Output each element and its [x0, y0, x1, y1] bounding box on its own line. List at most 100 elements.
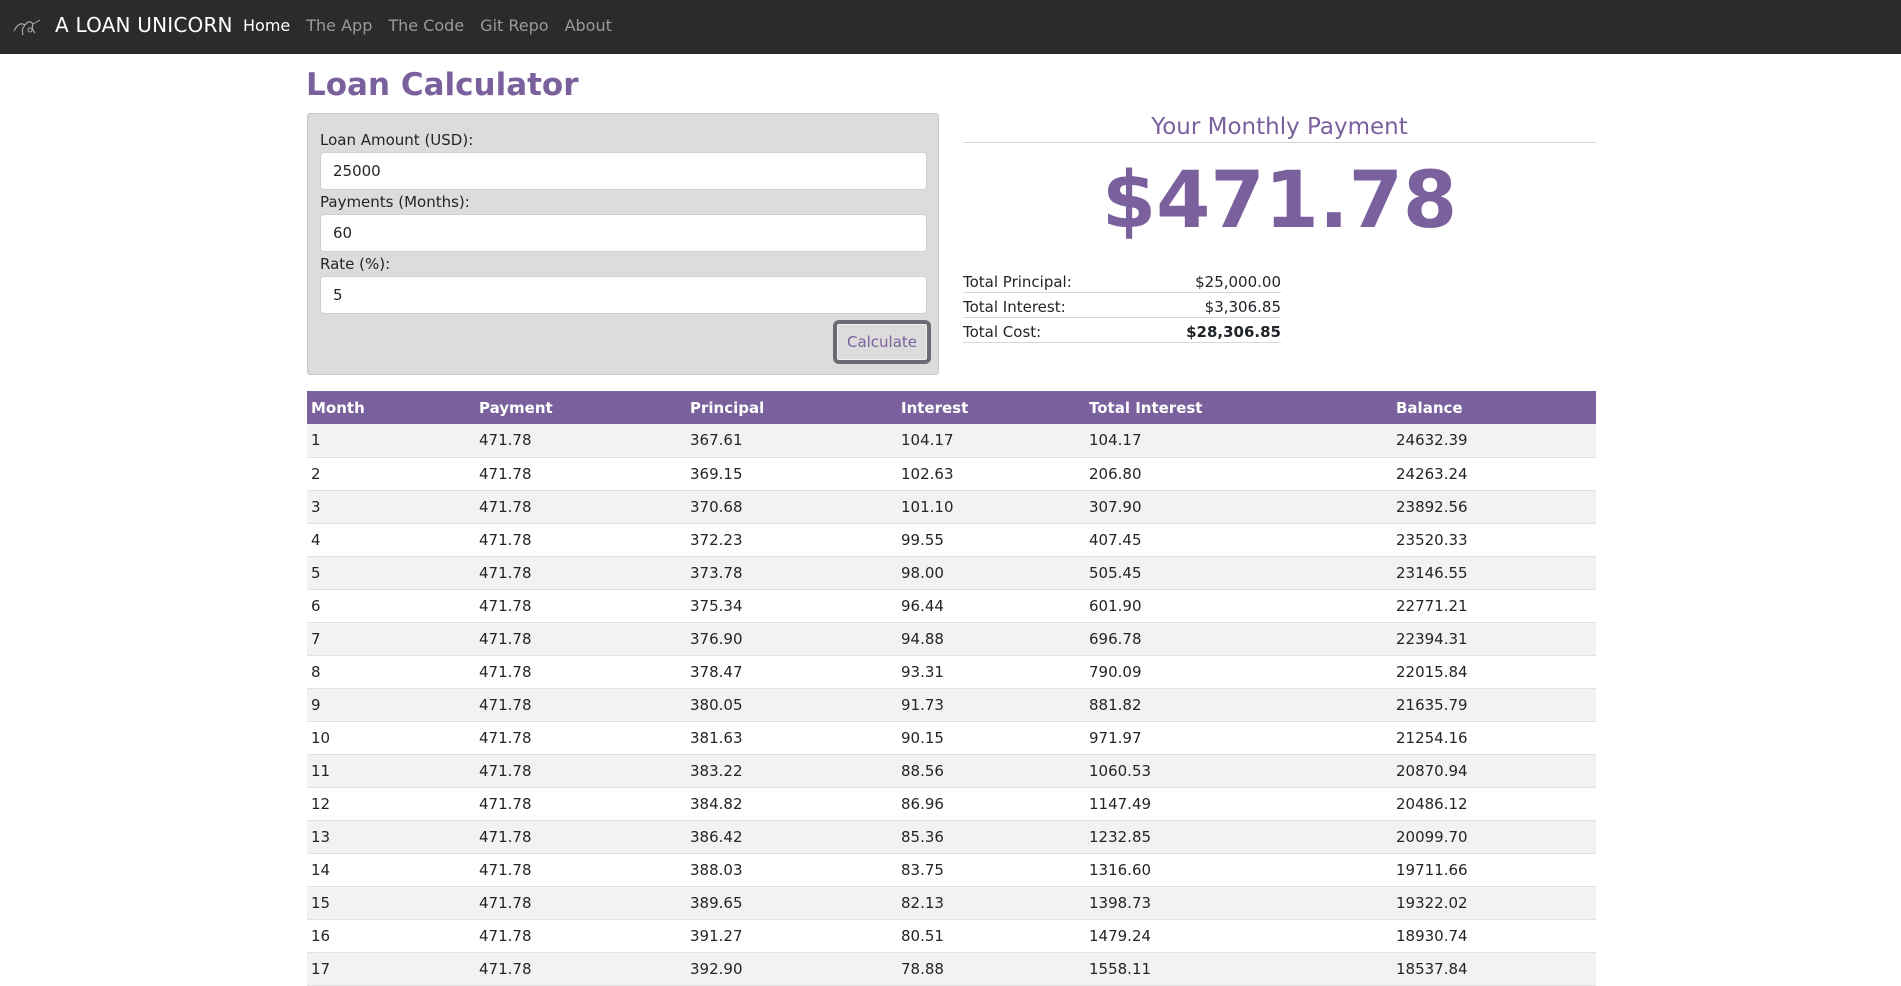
cell-interest: 86.96 — [897, 787, 1085, 821]
table-row: 9 471.78 380.05 91.73 881.82 21635.79 — [307, 688, 1596, 722]
cell-total-interest: 307.90 — [1085, 490, 1392, 524]
page-title: Loan Calculator — [306, 67, 579, 103]
cell-payment: 471.78 — [475, 688, 686, 722]
cell-principal: 369.15 — [686, 457, 897, 491]
cell-total-interest: 1398.73 — [1085, 886, 1392, 920]
cell-payment: 471.78 — [475, 721, 686, 755]
total-interest-value: $3,306.85 — [1204, 297, 1281, 316]
rate-input[interactable] — [320, 276, 927, 314]
cell-interest: 90.15 — [897, 721, 1085, 755]
cell-payment: 471.78 — [475, 919, 686, 953]
table-row: 17 471.78 392.90 78.88 1558.11 18537.84 — [307, 952, 1596, 986]
column-header-total-interest: Total Interest — [1085, 391, 1392, 424]
monthly-payment-amount: $471.78 — [1101, 156, 1458, 246]
table-row: 3 471.78 370.68 101.10 307.90 23892.56 — [307, 490, 1596, 524]
table-row: 2 471.78 369.15 102.63 206.80 24263.24 — [307, 457, 1596, 491]
cell-principal: 378.47 — [686, 655, 897, 689]
nav-link-about[interactable]: About — [565, 16, 612, 35]
cell-balance: 22015.84 — [1392, 655, 1596, 689]
cell-principal: 386.42 — [686, 820, 897, 854]
table-row: 13 471.78 386.42 85.36 1232.85 20099.70 — [307, 820, 1596, 854]
cell-principal: 389.65 — [686, 886, 897, 920]
table-body: 1 471.78 367.61 104.17 104.17 24632.39 2 471.78… — [307, 424, 1596, 986]
nav-links: Home The App The Code Git Repo About — [243, 16, 628, 35]
cell-balance: 24632.39 — [1392, 424, 1596, 458]
amortization-table: Month Payment Principal Interest Total I… — [307, 391, 1596, 986]
total-principal-label: Total Principal: — [963, 272, 1072, 291]
cell-balance: 21254.16 — [1392, 721, 1596, 755]
cell-total-interest: 881.82 — [1085, 688, 1392, 722]
divider — [963, 142, 1596, 143]
cell-total-interest: 1479.24 — [1085, 919, 1392, 953]
cell-interest: 83.75 — [897, 853, 1085, 887]
cell-balance: 23892.56 — [1392, 490, 1596, 524]
cell-total-interest: 407.45 — [1085, 523, 1392, 557]
cell-month: 4 — [307, 523, 475, 557]
column-header-payment: Payment — [475, 391, 686, 424]
cell-balance: 18930.74 — [1392, 919, 1596, 953]
cell-balance: 22394.31 — [1392, 622, 1596, 656]
cell-principal: 381.63 — [686, 721, 897, 755]
cell-principal: 380.05 — [686, 688, 897, 722]
column-header-interest: Interest — [897, 391, 1085, 424]
cell-balance: 19322.02 — [1392, 886, 1596, 920]
total-principal-row: Total Principal: $25,000.00 — [963, 268, 1281, 293]
nav-link-the-app[interactable]: The App — [306, 16, 372, 35]
cell-principal: 373.78 — [686, 556, 897, 590]
cell-principal: 392.90 — [686, 952, 897, 986]
payments-input[interactable] — [320, 214, 927, 252]
nav-link-home[interactable]: Home — [243, 16, 290, 35]
table-row: 8 471.78 378.47 93.31 790.09 22015.84 — [307, 655, 1596, 689]
total-cost-row: Total Cost: $28,306.85 — [963, 318, 1281, 343]
table-row: 6 471.78 375.34 96.44 601.90 22771.21 — [307, 589, 1596, 623]
rate-label: Rate (%): — [320, 255, 391, 273]
total-cost-label: Total Cost: — [963, 322, 1042, 341]
table-row: 14 471.78 388.03 83.75 1316.60 19711.66 — [307, 853, 1596, 887]
cell-total-interest: 790.09 — [1085, 655, 1392, 689]
cell-total-interest: 505.45 — [1085, 556, 1392, 590]
cell-balance: 20870.94 — [1392, 754, 1596, 788]
unicorn-logo-icon[interactable] — [11, 15, 43, 39]
cell-balance: 24263.24 — [1392, 457, 1596, 491]
cell-interest: 99.55 — [897, 523, 1085, 557]
cell-interest: 94.88 — [897, 622, 1085, 656]
cell-balance: 23520.33 — [1392, 523, 1596, 557]
nav-link-the-code[interactable]: The Code — [388, 16, 464, 35]
table-header-row: Month Payment Principal Interest Total I… — [307, 391, 1596, 424]
cell-interest: 91.73 — [897, 688, 1085, 722]
cell-balance: 20486.12 — [1392, 787, 1596, 821]
cell-payment: 471.78 — [475, 952, 686, 986]
cell-total-interest: 1147.49 — [1085, 787, 1392, 821]
loan-amount-input[interactable] — [320, 152, 927, 190]
cell-payment: 471.78 — [475, 787, 686, 821]
cell-interest: 101.10 — [897, 490, 1085, 524]
cell-balance: 18537.84 — [1392, 952, 1596, 986]
cell-month: 2 — [307, 457, 475, 491]
cell-balance: 20099.70 — [1392, 820, 1596, 854]
cell-month: 7 — [307, 622, 475, 656]
cell-payment: 471.78 — [475, 655, 686, 689]
cell-month: 1 — [307, 424, 475, 458]
cell-total-interest: 1232.85 — [1085, 820, 1392, 854]
cell-month: 14 — [307, 853, 475, 887]
cell-principal: 375.34 — [686, 589, 897, 623]
cell-payment: 471.78 — [475, 556, 686, 590]
calculate-button[interactable]: Calculate — [833, 320, 931, 364]
cell-month: 11 — [307, 754, 475, 788]
total-cost-value: $28,306.85 — [1186, 322, 1281, 341]
cell-interest: 85.36 — [897, 820, 1085, 854]
cell-principal: 383.22 — [686, 754, 897, 788]
cell-total-interest: 601.90 — [1085, 589, 1392, 623]
cell-payment: 471.78 — [475, 589, 686, 623]
table-row: 1 471.78 367.61 104.17 104.17 24632.39 — [307, 424, 1596, 458]
table-row: 7 471.78 376.90 94.88 696.78 22394.31 — [307, 622, 1596, 656]
nav-link-git-repo[interactable]: Git Repo — [480, 16, 548, 35]
cell-payment: 471.78 — [475, 853, 686, 887]
cell-interest: 82.13 — [897, 886, 1085, 920]
cell-total-interest: 1060.53 — [1085, 754, 1392, 788]
brand-title[interactable]: A LOAN UNICORN — [55, 13, 233, 37]
loan-amount-label: Loan Amount (USD): — [320, 131, 474, 149]
cell-payment: 471.78 — [475, 523, 686, 557]
cell-month: 5 — [307, 556, 475, 590]
cell-interest: 78.88 — [897, 952, 1085, 986]
